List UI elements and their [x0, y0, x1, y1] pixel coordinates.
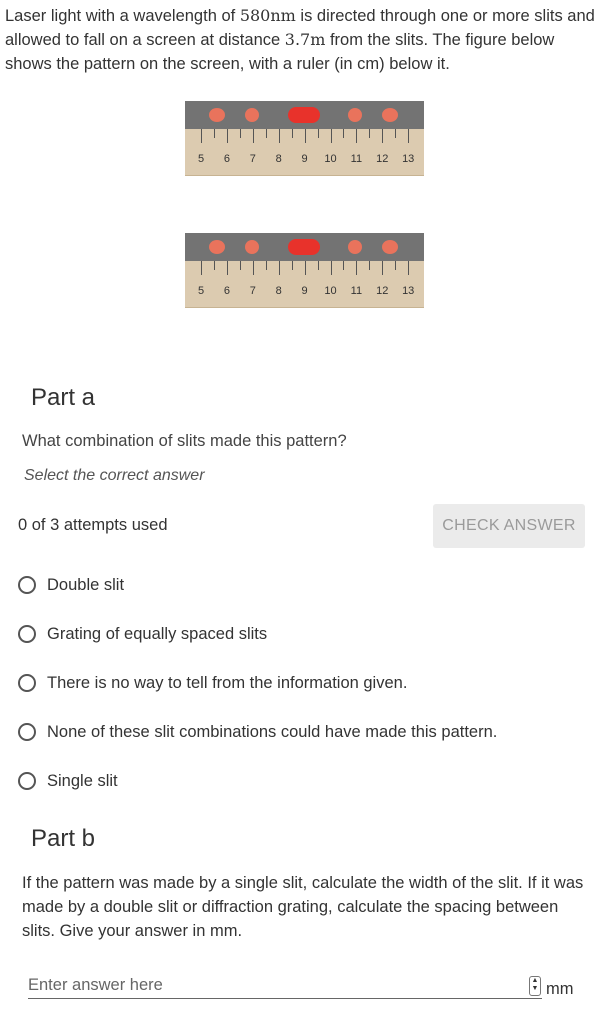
- ruler-tick-label: 8: [275, 285, 282, 297]
- ruler-tick-label: 7: [249, 285, 256, 297]
- ruler-minor-tick: [291, 261, 293, 270]
- fringe-spot: [209, 108, 225, 122]
- ruler-tick-label: 6: [223, 285, 230, 297]
- ruler-tick-label: 11: [350, 285, 363, 297]
- ruler-tick-label: 10: [324, 153, 337, 165]
- attempts-counter: 0 of 3 attempts used: [18, 516, 168, 534]
- ruler-major-tick: [278, 261, 280, 275]
- fringe-spot: [245, 240, 259, 254]
- ruler-tick-label: 5: [197, 153, 205, 165]
- ruler-tick-label: 11: [350, 153, 363, 165]
- ruler-minor-tick: [395, 261, 397, 270]
- distance-value: 3.7m: [284, 30, 326, 49]
- ruler-minor-tick: [265, 261, 267, 270]
- radio-button[interactable]: [18, 772, 36, 790]
- ruler-tick-label: 8: [275, 153, 282, 165]
- ruler-major-tick: [252, 129, 254, 143]
- ruler-major-tick: [278, 129, 280, 143]
- screen-strip: [185, 101, 424, 129]
- ruler-major-tick: [226, 261, 228, 275]
- part-b-question: If the pattern was made by a single slit…: [22, 874, 584, 940]
- fringe-spot: [348, 240, 362, 254]
- option-no-way-to-tell[interactable]: There is no way to tell from the informa…: [18, 671, 407, 695]
- fringe-spot: [348, 108, 362, 122]
- option-label: Grating of equally spaced slits: [47, 624, 268, 643]
- ruler-tick-label: 7: [249, 153, 256, 165]
- ruler-major-tick: [408, 261, 410, 275]
- ruler-tick-label: 13: [402, 153, 415, 165]
- ruler-major-tick: [201, 129, 202, 143]
- ruler-major-tick: [408, 129, 410, 143]
- central-fringe-spot: [288, 239, 320, 255]
- ruler-minor-tick: [317, 261, 319, 270]
- problem-statement: Laser light with a wavelength of 580nm i…: [5, 4, 599, 76]
- ruler: 5 6 7 8 9 10 11 12 13: [185, 261, 424, 308]
- fringe-spot: [209, 240, 225, 254]
- ruler-minor-tick: [369, 261, 371, 270]
- ruler-tick-label: 5: [197, 285, 205, 297]
- answer-input[interactable]: [28, 972, 542, 999]
- ruler-major-tick: [356, 129, 358, 143]
- ruler-minor-tick: [265, 129, 267, 138]
- part-a-title: Part a: [31, 384, 96, 411]
- ruler-major-tick: [382, 261, 384, 275]
- ruler-minor-tick: [239, 261, 241, 270]
- central-fringe-spot: [288, 107, 320, 123]
- ruler-minor-tick: [343, 261, 345, 270]
- ruler-tick-label: 12: [376, 153, 389, 165]
- ruler-tick-label: 12: [376, 285, 389, 297]
- part-a-question: What combination of slits made this patt…: [22, 432, 347, 450]
- ruler-tick-label: 10: [324, 285, 337, 297]
- ruler-minor-tick: [369, 129, 371, 138]
- ruler: 5 6 7 8 9 10 11 12 13: [185, 129, 424, 176]
- ruler-major-tick: [226, 129, 228, 143]
- ruler-minor-tick: [317, 129, 319, 138]
- radio-button[interactable]: [18, 723, 36, 741]
- ruler-major-tick: [330, 261, 332, 275]
- screen-strip: [185, 233, 424, 261]
- option-label: None of these slit combinations could ha…: [47, 722, 498, 741]
- part-a-hint: Select the correct answer: [24, 467, 205, 484]
- ruler-major-tick: [356, 261, 358, 275]
- wavelength-value: 580nm: [239, 6, 296, 25]
- radio-button[interactable]: [18, 674, 36, 692]
- ruler-major-tick: [201, 261, 202, 275]
- fringe-spot: [382, 108, 398, 122]
- intro-text-1: Laser light with a wavelength of: [5, 7, 240, 25]
- option-single-slit[interactable]: Single slit: [18, 769, 118, 793]
- ruler-minor-tick: [213, 129, 215, 138]
- option-double-slit[interactable]: Double slit: [18, 573, 124, 597]
- ruler-minor-tick: [213, 261, 215, 270]
- ruler-tick-label: 9: [301, 285, 308, 297]
- unit-label: mm: [546, 980, 574, 998]
- ruler-minor-tick: [343, 129, 345, 138]
- option-label: Single slit: [47, 771, 118, 790]
- ruler-minor-tick: [291, 129, 293, 138]
- ruler-minor-tick: [239, 129, 241, 138]
- part-b-title: Part b: [31, 825, 96, 852]
- ruler-major-tick: [252, 261, 254, 275]
- ruler-major-tick: [330, 129, 332, 143]
- ruler-major-tick: [304, 129, 306, 143]
- option-label: Double slit: [47, 575, 125, 594]
- ruler-major-tick: [304, 261, 306, 275]
- ruler-minor-tick: [395, 129, 397, 138]
- number-spinner-icon[interactable]: ▲ ▼: [529, 976, 541, 996]
- radio-button[interactable]: [18, 625, 36, 643]
- fringe-spot: [245, 108, 259, 122]
- ruler-tick-label: 6: [223, 153, 230, 165]
- ruler-tick-label: 13: [402, 285, 415, 297]
- option-label: There is no way to tell from the informa…: [47, 673, 408, 692]
- fringe-spot: [382, 240, 398, 254]
- pattern-figure-1: 5 6 7 8 9 10 11 12 13: [185, 101, 424, 176]
- radio-button[interactable]: [18, 576, 36, 594]
- ruler-major-tick: [382, 129, 384, 143]
- check-answer-button[interactable]: CHECK ANSWER: [433, 504, 585, 548]
- option-none-of-these[interactable]: None of these slit combinations could ha…: [18, 720, 497, 744]
- ruler-tick-label: 9: [301, 153, 308, 165]
- pattern-figure-2: 5 6 7 8 9 10 11 12 13: [185, 233, 424, 308]
- option-grating[interactable]: Grating of equally spaced slits: [18, 622, 267, 646]
